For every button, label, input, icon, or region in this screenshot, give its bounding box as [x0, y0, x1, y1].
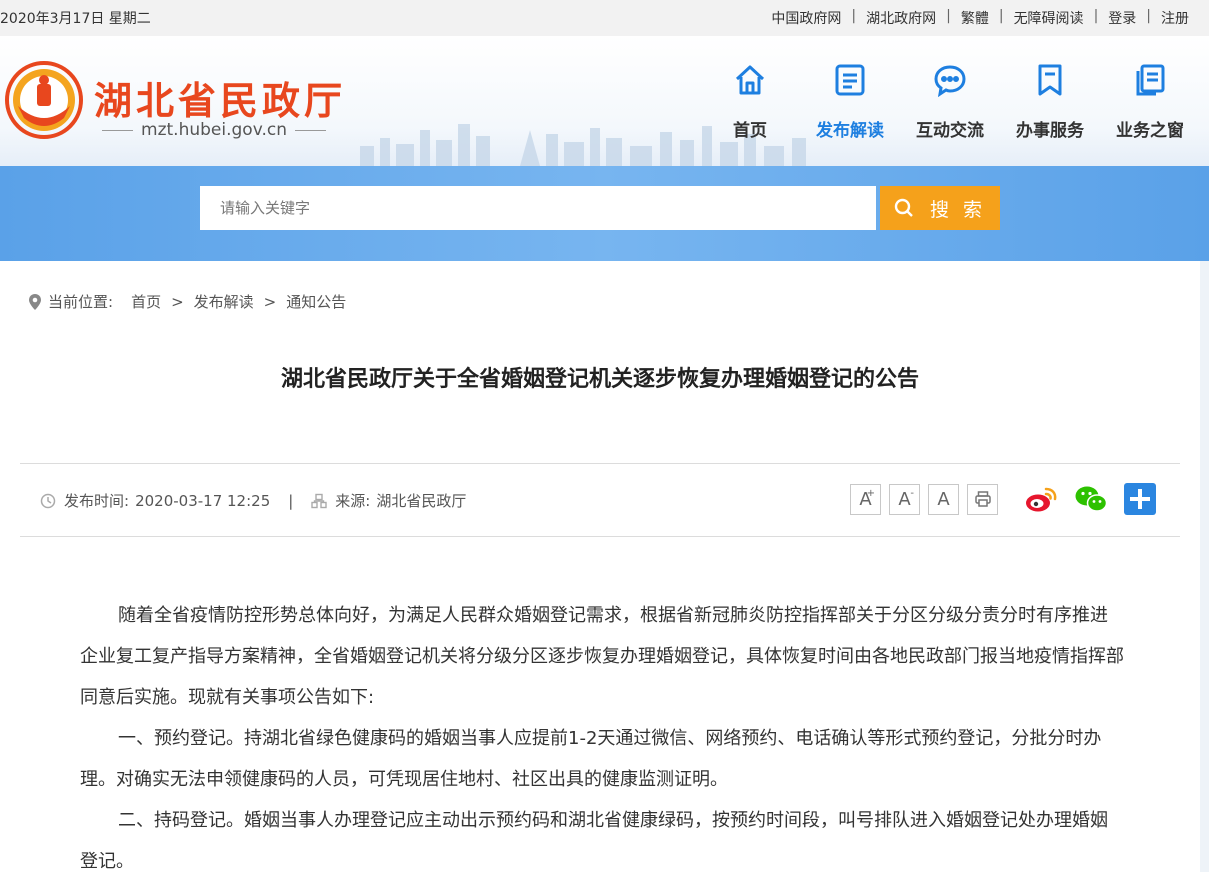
share-bar: [1024, 483, 1172, 515]
separator: |: [946, 8, 951, 24]
breadcrumb-notices[interactable]: 通知公告: [286, 291, 346, 312]
clock-icon: [40, 493, 56, 509]
location-pin-icon: [28, 293, 42, 311]
separator: |: [851, 8, 857, 24]
breadcrumb-home[interactable]: 首页: [131, 291, 161, 312]
font-normal-button[interactable]: A: [928, 483, 959, 515]
nav-interaction-label: 互动交流: [916, 121, 984, 141]
breadcrumb-prefix: 当前位置:: [48, 293, 114, 311]
publish-time: 2020-03-17 12:25: [135, 491, 271, 510]
current-date: 2020年3月17日 星期二: [0, 11, 151, 27]
print-icon: [974, 491, 991, 507]
separator: |: [998, 8, 1004, 24]
font-larger-mark: +: [866, 487, 875, 499]
top-links: 中国政府网 | 湖北政府网 | 繁體 | 无障碍阅读 | 登录 | 注册: [771, 8, 1189, 28]
font-larger-button[interactable]: A +: [850, 483, 881, 515]
nav-home-label: 首页: [733, 121, 767, 141]
weibo-icon: [1026, 487, 1057, 512]
link-hubei-gov[interactable]: 湖北政府网: [866, 8, 936, 28]
plus-icon: [1124, 483, 1156, 515]
article-card: 当前位置: 首页 > 发布解读 > 通知公告 湖北省民政厅关于全省婚姻登记机关逐…: [0, 261, 1200, 872]
more-share-button[interactable]: [1124, 483, 1156, 515]
chat-icon: [900, 58, 1000, 102]
search-button-label: 搜 索: [929, 198, 987, 221]
site-domain-text: mzt.hubei.gov.cn: [141, 120, 287, 140]
print-button[interactable]: [967, 483, 998, 515]
publish-time-label: 发布时间:: [64, 492, 130, 510]
search-icon: [894, 198, 914, 218]
source-icon: [311, 493, 327, 509]
nav-business[interactable]: 业务之窗: [1100, 58, 1200, 141]
nav-home[interactable]: 首页: [700, 58, 800, 141]
weibo-share-button[interactable]: [1024, 485, 1058, 513]
article-body: 随着全省疫情防控形势总体向好，为满足人民群众婚姻登记需求，根据省新冠肺炎防控指挥…: [80, 595, 1125, 872]
source-label: 来源:: [335, 492, 371, 510]
breadcrumb-separator: >: [171, 292, 184, 311]
nav-publish[interactable]: 发布解读: [800, 58, 900, 141]
nav-services-label: 办事服务: [1016, 121, 1084, 141]
source-name: 湖北省民政厅: [376, 492, 467, 510]
site-header: 湖北省民政厅 mzt.hubei.gov.cn 首页 发布解读 互动交流 办事服…: [0, 36, 1209, 166]
article-title: 湖北省民政厅关于全省婚姻登记机关逐步恢复办理婚姻登记的公告: [280, 367, 919, 392]
home-icon: [700, 58, 800, 102]
breadcrumb-separator: >: [263, 292, 277, 311]
main-nav: 首页 发布解读 互动交流 办事服务 业务之窗: [700, 58, 1200, 141]
files-icon: [1100, 58, 1200, 102]
search-button[interactable]: 搜 索: [880, 186, 1000, 230]
meta-divider: |: [288, 491, 294, 510]
article-meta-bar: 发布时间: 2020-03-17 12:25 | 来源: 湖北省民政厅 A + A…: [20, 463, 1180, 537]
article-meta: 发布时间: 2020-03-17 12:25 | 来源: 湖北省民政厅: [40, 490, 466, 511]
top-bar: 2020年3月17日 星期二 中国政府网 | 湖北政府网 | 繁體 | 无障碍阅…: [0, 0, 1209, 36]
document-icon: [800, 58, 900, 102]
nav-publish-label: 发布解读: [816, 121, 884, 141]
breadcrumb-publish[interactable]: 发布解读: [194, 291, 254, 312]
wechat-icon: [1075, 486, 1108, 512]
article-tools: A + A- A: [850, 483, 1172, 515]
nav-interaction[interactable]: 互动交流: [900, 58, 1000, 141]
font-normal-label: A: [937, 488, 950, 510]
wechat-share-button[interactable]: [1074, 485, 1108, 513]
search-input[interactable]: [200, 186, 876, 230]
emblem-logo: [5, 61, 83, 139]
search-band: 搜 索: [0, 166, 1209, 261]
link-accessibility[interactable]: 无障碍阅读: [1014, 8, 1084, 28]
article-paragraph: 一、预约登记。持湖北省绿色健康码的婚姻当事人应提前1-2天通过微信、网络预约、电…: [80, 728, 1102, 790]
separator: |: [1093, 8, 1099, 24]
link-login[interactable]: 登录: [1108, 8, 1136, 28]
site-domain: mzt.hubei.gov.cn: [94, 120, 334, 140]
site-name: 湖北省民政厅: [94, 78, 347, 123]
font-smaller-label: A: [898, 488, 911, 510]
link-gov-cn[interactable]: 中国政府网: [771, 8, 841, 28]
link-traditional-chinese[interactable]: 繁體: [961, 8, 989, 28]
separator: |: [1146, 8, 1151, 24]
breadcrumb: 当前位置: 首页 > 发布解读 > 通知公告: [28, 291, 346, 312]
bookmark-icon: [1000, 58, 1100, 102]
font-smaller-mark: -: [910, 487, 914, 499]
article-paragraph: 随着全省疫情防控形势总体向好，为满足人民群众婚姻登记需求，根据省新冠肺炎防控指挥…: [80, 605, 1124, 708]
link-register[interactable]: 注册: [1161, 8, 1189, 28]
nav-services[interactable]: 办事服务: [1000, 58, 1100, 141]
article-paragraph: 二、持码登记。婚姻当事人办理登记应主动出示预约码和湖北省健康绿码，按预约时间段，…: [80, 810, 1108, 872]
nav-business-label: 业务之窗: [1116, 121, 1184, 141]
font-smaller-button[interactable]: A-: [889, 483, 920, 515]
